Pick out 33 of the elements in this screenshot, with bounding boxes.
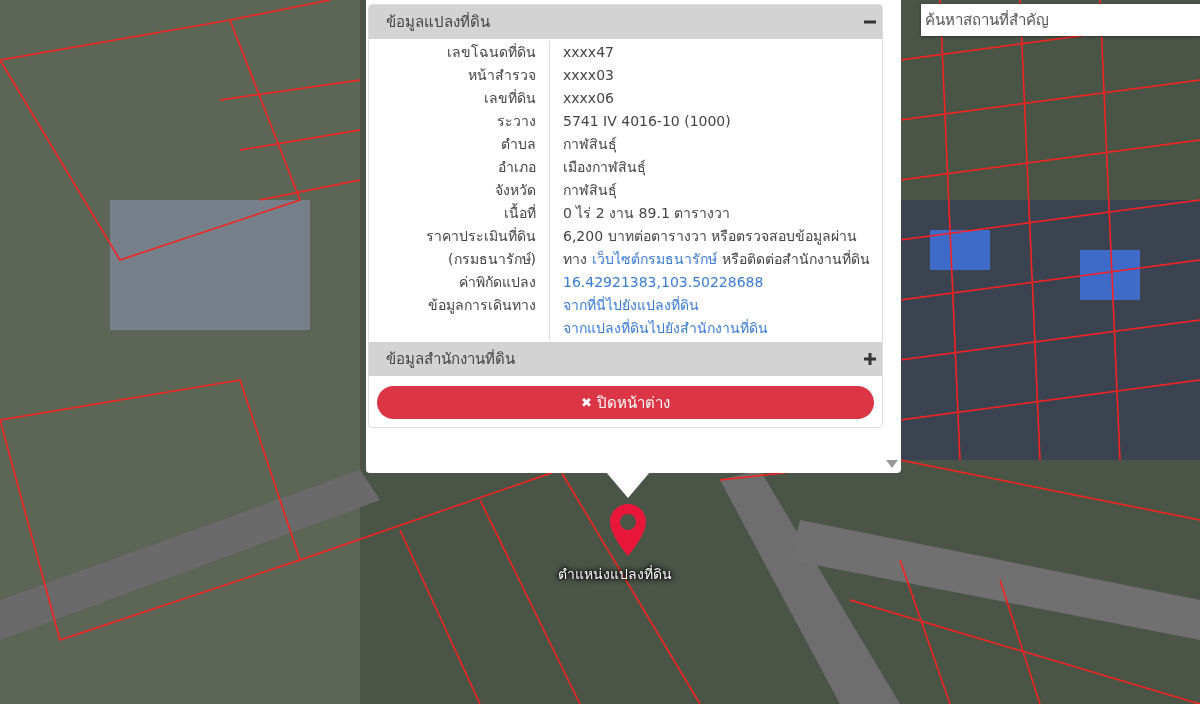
field-value: หรือติดต่อสำนักงานที่ดิน bbox=[722, 249, 870, 269]
field-label: เนื้อที่ bbox=[504, 202, 536, 223]
field-label: ระวาง bbox=[497, 112, 536, 131]
field-label: จังหวัด bbox=[495, 181, 536, 200]
field-label: (กรมธนารักษ์) bbox=[448, 250, 536, 269]
field-label: อำเภอ bbox=[498, 158, 536, 177]
field-label: หน้าสำรวจ bbox=[468, 66, 536, 85]
link[interactable]: จากที่นี่ไปยังแปลงที่ดิน bbox=[563, 294, 699, 317]
field-value: กาฬสินธุ์ bbox=[563, 181, 617, 201]
field-label: เลขโฉนดที่ดิน bbox=[447, 42, 536, 62]
field-label: ค่าพิกัดแปลง bbox=[459, 273, 536, 292]
search-field[interactable]: ค้นหาสถานที่สำคัญ bbox=[921, 4, 1200, 36]
field-label: ตำบล bbox=[501, 135, 536, 154]
scroll-down-icon[interactable] bbox=[886, 460, 898, 468]
link[interactable]: จากแปลงที่ดินไปยังสำนักงานที่ดิน bbox=[563, 317, 768, 340]
section-header[interactable]: ข้อมูลสำนักงานที่ดิน bbox=[369, 342, 882, 376]
close-window-button[interactable]: ✖ ปิดหน้าต่าง bbox=[377, 386, 874, 419]
field-value: xxxx03 bbox=[563, 66, 614, 85]
link[interactable]: เว็บไซต์กรมธนารักษ์ bbox=[592, 248, 717, 271]
field-value: เมืองกาฬสินธุ์ bbox=[563, 158, 646, 178]
field-value: กาฬสินธุ์ bbox=[563, 135, 617, 155]
section-header[interactable]: ข้อมูลแปลงที่ดิน bbox=[369, 5, 882, 39]
map-pin-icon bbox=[610, 504, 646, 556]
link[interactable]: 16.42921383,103.50228688 bbox=[563, 271, 764, 294]
field-label: ข้อมูลการเดินทาง bbox=[428, 296, 536, 316]
field-value: 6,200 บาทต่อตารางวา หรือตรวจสอบข้อมูลผ่าน bbox=[563, 227, 857, 247]
field-label: ราคาประเมินที่ดิน bbox=[426, 226, 536, 246]
field-value: xxxx47 bbox=[563, 43, 614, 62]
field-value: 5741 IV 4016-10 (1000) bbox=[563, 112, 731, 131]
field-label: เลขที่ดิน bbox=[484, 88, 536, 108]
field-value: ทาง bbox=[563, 250, 587, 269]
field-value: xxxx06 bbox=[563, 89, 614, 108]
field-value: 0 ไร่ 2 งาน 89.1 ตารางวา bbox=[563, 204, 731, 223]
